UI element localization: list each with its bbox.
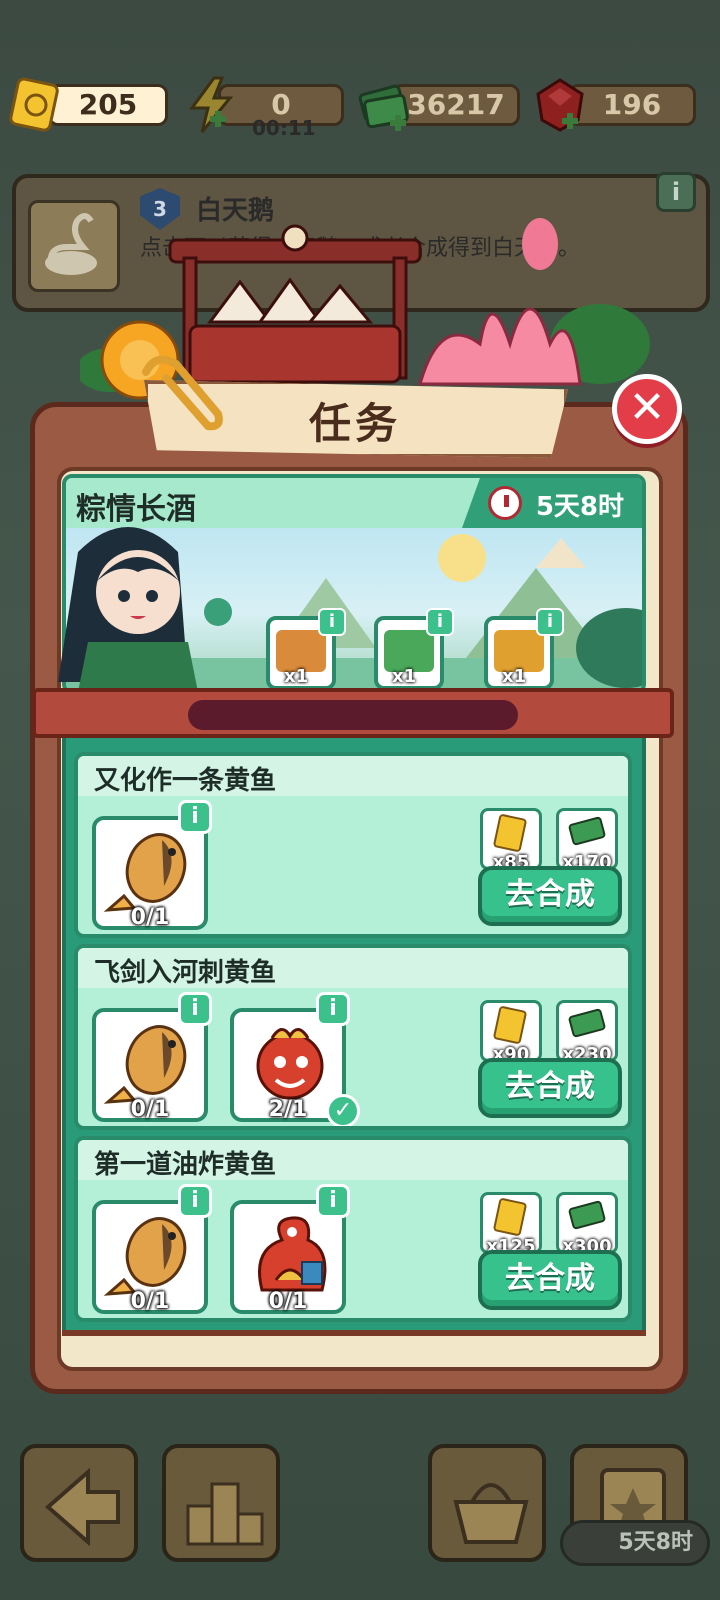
info-icon[interactable]: i bbox=[536, 608, 564, 636]
info-icon[interactable]: i bbox=[316, 992, 350, 1026]
task-header: 第一道油炸黄鱼 bbox=[78, 1140, 628, 1180]
reward-ticket: x90 bbox=[480, 1000, 542, 1065]
rank-button[interactable] bbox=[162, 1444, 280, 1562]
shop-button[interactable] bbox=[428, 1444, 546, 1562]
item-progress: 0/1 bbox=[130, 1097, 170, 1122]
go-merge-button[interactable]: 去合成 bbox=[478, 1250, 622, 1310]
go-merge-button[interactable]: 去合成 bbox=[478, 866, 622, 926]
lightning-icon bbox=[189, 76, 234, 133]
required-item-slot[interactable]: 0/1 i bbox=[92, 992, 212, 1122]
event-timer-badge: 5天8时 bbox=[560, 1520, 710, 1566]
ticket-counter[interactable]: 205 bbox=[8, 77, 168, 132]
ticket-count: 205 bbox=[48, 84, 168, 126]
task-card: 第一道油炸黄鱼 0/1 i 0/1 i x125 x300 去合成 bbox=[74, 1136, 632, 1322]
yellow-fish-icon bbox=[104, 1217, 187, 1296]
yellow-fish-icon bbox=[104, 1025, 187, 1104]
heroine-character-illustration bbox=[58, 527, 232, 692]
arrow-left-icon bbox=[44, 1467, 120, 1547]
ruby-icon bbox=[536, 78, 584, 132]
task-card: 又化作一条黄鱼 0/1 i x85 x170 去合成 bbox=[74, 752, 632, 938]
panel-title: 任务 bbox=[308, 399, 401, 448]
basket-icon bbox=[453, 1483, 529, 1544]
required-item-slot[interactable]: 0/1 i bbox=[230, 1184, 350, 1314]
event-time-left: 5天8时 bbox=[535, 492, 624, 522]
event-progress-shelf bbox=[32, 688, 674, 738]
info-icon[interactable]: i bbox=[178, 992, 212, 1026]
dragon-icon bbox=[258, 1216, 327, 1292]
required-item-slot[interactable]: 2/1 i ✓ bbox=[230, 992, 360, 1126]
info-icon[interactable]: i bbox=[656, 172, 696, 212]
energy-counter[interactable]: 0 00:11 bbox=[184, 76, 344, 140]
item-progress: 0/1 bbox=[130, 905, 170, 930]
task-header: 飞剑入河刺黄鱼 bbox=[78, 948, 628, 988]
podium-icon bbox=[186, 1482, 264, 1546]
reward-cash: x170 bbox=[556, 808, 618, 873]
paperclip-icon bbox=[142, 355, 223, 431]
back-button[interactable] bbox=[20, 1444, 138, 1562]
gem-counter[interactable]: 196 bbox=[532, 78, 696, 132]
info-icon[interactable]: i bbox=[178, 1184, 212, 1218]
go-merge-button[interactable]: 去合成 bbox=[478, 1058, 622, 1118]
swan-icon bbox=[45, 213, 97, 275]
cash-icon bbox=[358, 84, 409, 131]
task-title: 第一道油炸黄鱼 bbox=[94, 1150, 277, 1180]
checkmark-icon: ✓ bbox=[326, 1094, 360, 1126]
ticket-icon bbox=[9, 77, 59, 132]
required-item-slot[interactable]: 0/1 i bbox=[92, 1184, 212, 1314]
info-icon[interactable]: i bbox=[178, 800, 212, 834]
item-progress: 0/1 bbox=[268, 1289, 308, 1314]
clock-icon bbox=[488, 486, 522, 520]
chest-count: x1 bbox=[284, 666, 309, 687]
reward-chest-3[interactable]: x1 i bbox=[484, 608, 564, 690]
close-button[interactable]: ✕ bbox=[612, 374, 682, 444]
reward-cash: x230 bbox=[556, 1000, 618, 1065]
event-progress-bar bbox=[188, 700, 518, 730]
task-title: 飞剑入河刺黄鱼 bbox=[94, 958, 277, 988]
required-item-slot[interactable]: 0/1 i bbox=[92, 800, 212, 930]
info-icon[interactable]: i bbox=[316, 1184, 350, 1218]
yellow-fish-icon bbox=[104, 833, 187, 912]
chest-count: x1 bbox=[502, 666, 527, 687]
close-icon: ✕ bbox=[628, 382, 666, 433]
cash-counter[interactable]: 36217 bbox=[356, 82, 520, 131]
lotus-decoration bbox=[418, 218, 650, 386]
swan-thumbnail bbox=[28, 200, 120, 292]
reward-ticket: x125 bbox=[480, 1192, 542, 1257]
info-icon[interactable]: i bbox=[426, 608, 454, 636]
item-progress: 0/1 bbox=[130, 1289, 170, 1314]
reward-ticket: x85 bbox=[480, 808, 542, 873]
chest-count: x1 bbox=[392, 666, 417, 687]
task-card: 飞剑入河刺黄鱼 0/1 i 2/1 i ✓ x90 x230 去合成 bbox=[74, 944, 632, 1130]
reward-cash: x300 bbox=[556, 1192, 618, 1257]
reward-chest-2[interactable]: x1 i bbox=[374, 608, 454, 690]
reward-chest-1[interactable]: x1 i bbox=[266, 608, 346, 690]
energy-timer: 00:11 bbox=[252, 116, 316, 140]
task-list-edge bbox=[62, 1330, 646, 1336]
info-icon[interactable]: i bbox=[318, 608, 346, 636]
task-title: 又化作一条黄鱼 bbox=[94, 766, 277, 796]
task-header: 又化作一条黄鱼 bbox=[78, 756, 628, 796]
dragon-head-icon bbox=[256, 1028, 324, 1100]
